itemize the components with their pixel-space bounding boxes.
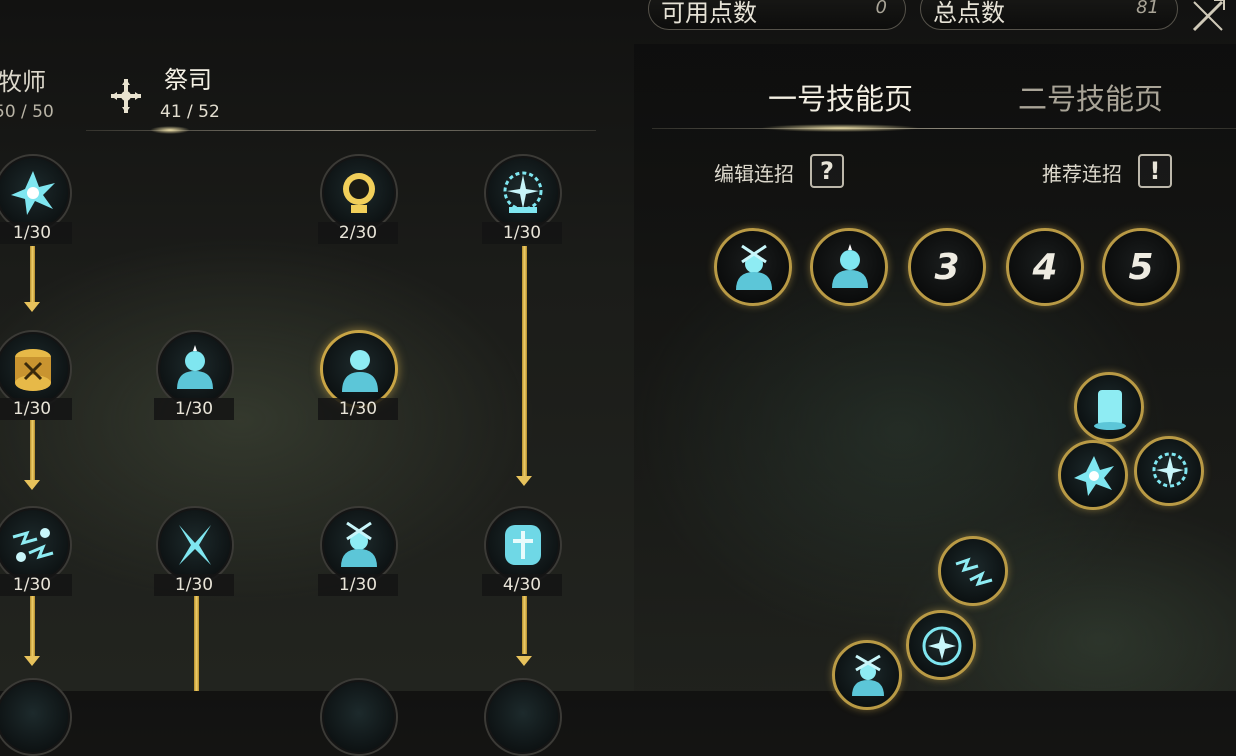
tree-arrow: [30, 596, 35, 656]
spirit-guard-icon: [832, 244, 868, 288]
blessed-swords-icon: [341, 521, 377, 567]
skill-level: 1/30: [318, 574, 398, 596]
tab-skill-page-1[interactable]: 一号技能页: [768, 76, 913, 118]
lightbulb-icon: [343, 173, 375, 213]
cross-icon: [106, 76, 146, 116]
close-icon[interactable]: [1188, 0, 1228, 36]
recommend-combo-button[interactable]: !: [1138, 154, 1172, 188]
available-points-value: 0: [875, 0, 887, 18]
combo-slot-number: 5: [1128, 247, 1154, 288]
skill-node-partial[interactable]: [320, 678, 398, 756]
blessed-swords-icon: [852, 654, 884, 696]
skill-level: 2/30: [318, 222, 398, 244]
floating-skill-shatter[interactable]: [1058, 440, 1128, 510]
holy-shield-icon: [505, 525, 541, 565]
skill-page-divider: [652, 128, 1236, 129]
tree-arrow: [522, 596, 527, 654]
skill-node-lightning[interactable]: [0, 506, 72, 584]
cross-slash-icon: [179, 525, 211, 565]
skill-node-spirit-guard[interactable]: [156, 330, 234, 408]
tree-arrowhead: [516, 656, 532, 666]
tree-arrow: [30, 420, 35, 480]
available-points-bar: 可用点数 0: [648, 0, 906, 30]
floating-skill-star-ring[interactable]: [906, 610, 976, 680]
skill-level: 1/30: [154, 574, 234, 596]
blessed-swords-icon: [736, 244, 772, 290]
edit-combo-label: 编辑连招: [714, 162, 794, 186]
cleric-points: 41 / 52: [160, 102, 220, 122]
skill-node-partial[interactable]: [0, 678, 72, 756]
skill-node-blessed-swords[interactable]: [320, 506, 398, 584]
combo-slot-5[interactable]: 5: [1102, 228, 1180, 306]
combo-slot-number: 4: [1032, 247, 1058, 288]
tree-arrow: [30, 246, 35, 304]
tree-arrowhead: [24, 656, 40, 666]
combo-slot-number: 3: [934, 247, 960, 288]
available-points-label: 可用点数: [661, 0, 757, 27]
active-tab-glow: [150, 126, 190, 134]
skill-node-lightbulb[interactable]: [320, 154, 398, 232]
lightning-icon: [955, 557, 993, 587]
priest-points: 50 / 50: [0, 102, 54, 122]
golden-barrel-icon: [15, 349, 51, 391]
tab-cleric[interactable]: 祭司: [164, 60, 212, 95]
tree-arrowhead: [24, 302, 40, 312]
recommend-combo-label: 推荐连招: [1042, 162, 1122, 186]
edit-combo-help-button[interactable]: ?: [810, 154, 844, 188]
tree-arrowhead: [24, 480, 40, 490]
total-points-label: 总点数: [933, 0, 1005, 27]
skill-level: 4/30: [482, 574, 562, 596]
skill-level: 1/30: [0, 222, 72, 244]
floating-skill-lightning[interactable]: [938, 536, 1008, 606]
holy-figure-icon: [342, 350, 378, 392]
skill-node-radiant-burst[interactable]: [484, 154, 562, 232]
skill-node-cross-slash[interactable]: [156, 506, 234, 584]
shatter-icon: [1074, 456, 1114, 496]
combo-slot-1[interactable]: [714, 228, 792, 306]
skill-level: 1/30: [482, 222, 562, 244]
skill-node-holy-figure[interactable]: [320, 330, 398, 408]
skill-node-partial[interactable]: [484, 678, 562, 756]
combo-slot-4[interactable]: 4: [1006, 228, 1084, 306]
skill-node-holy-shield[interactable]: [484, 506, 562, 584]
active-page-glow: [760, 124, 920, 132]
tab-skill-page-2[interactable]: 二号技能页: [1018, 76, 1163, 118]
floating-skill-pillar[interactable]: [1074, 372, 1144, 442]
total-points-bar: 总点数 81: [920, 0, 1178, 30]
tree-arrow: [522, 246, 527, 476]
skill-node-shatter[interactable]: [0, 154, 72, 232]
skill-node-golden-barrel[interactable]: [0, 330, 72, 408]
floating-skill-radiant-burst[interactable]: [1134, 436, 1204, 506]
pillar-icon: [1094, 390, 1126, 430]
skill-level: 1/30: [318, 398, 398, 420]
spirit-guard-icon: [177, 345, 213, 389]
shatter-icon: [11, 171, 55, 215]
skill-level: 1/30: [0, 574, 72, 596]
combo-slot-2[interactable]: [810, 228, 888, 306]
skill-level: 1/30: [0, 398, 72, 420]
combo-slot-3[interactable]: 3: [908, 228, 986, 306]
floating-skill-blessed-swords[interactable]: [832, 640, 902, 710]
lightning-icon: [12, 528, 54, 562]
tree-arrowhead: [516, 476, 532, 486]
tab-priest[interactable]: 牧师: [0, 62, 46, 97]
radiant-burst-icon: [1152, 452, 1188, 488]
total-points-value: 81: [1136, 0, 1159, 18]
radiant-burst-icon: [503, 171, 543, 213]
star-ring-icon: [922, 626, 962, 666]
skill-page-panel: [634, 44, 1236, 691]
tree-arrow: [194, 596, 199, 691]
skill-level: 1/30: [154, 398, 234, 420]
